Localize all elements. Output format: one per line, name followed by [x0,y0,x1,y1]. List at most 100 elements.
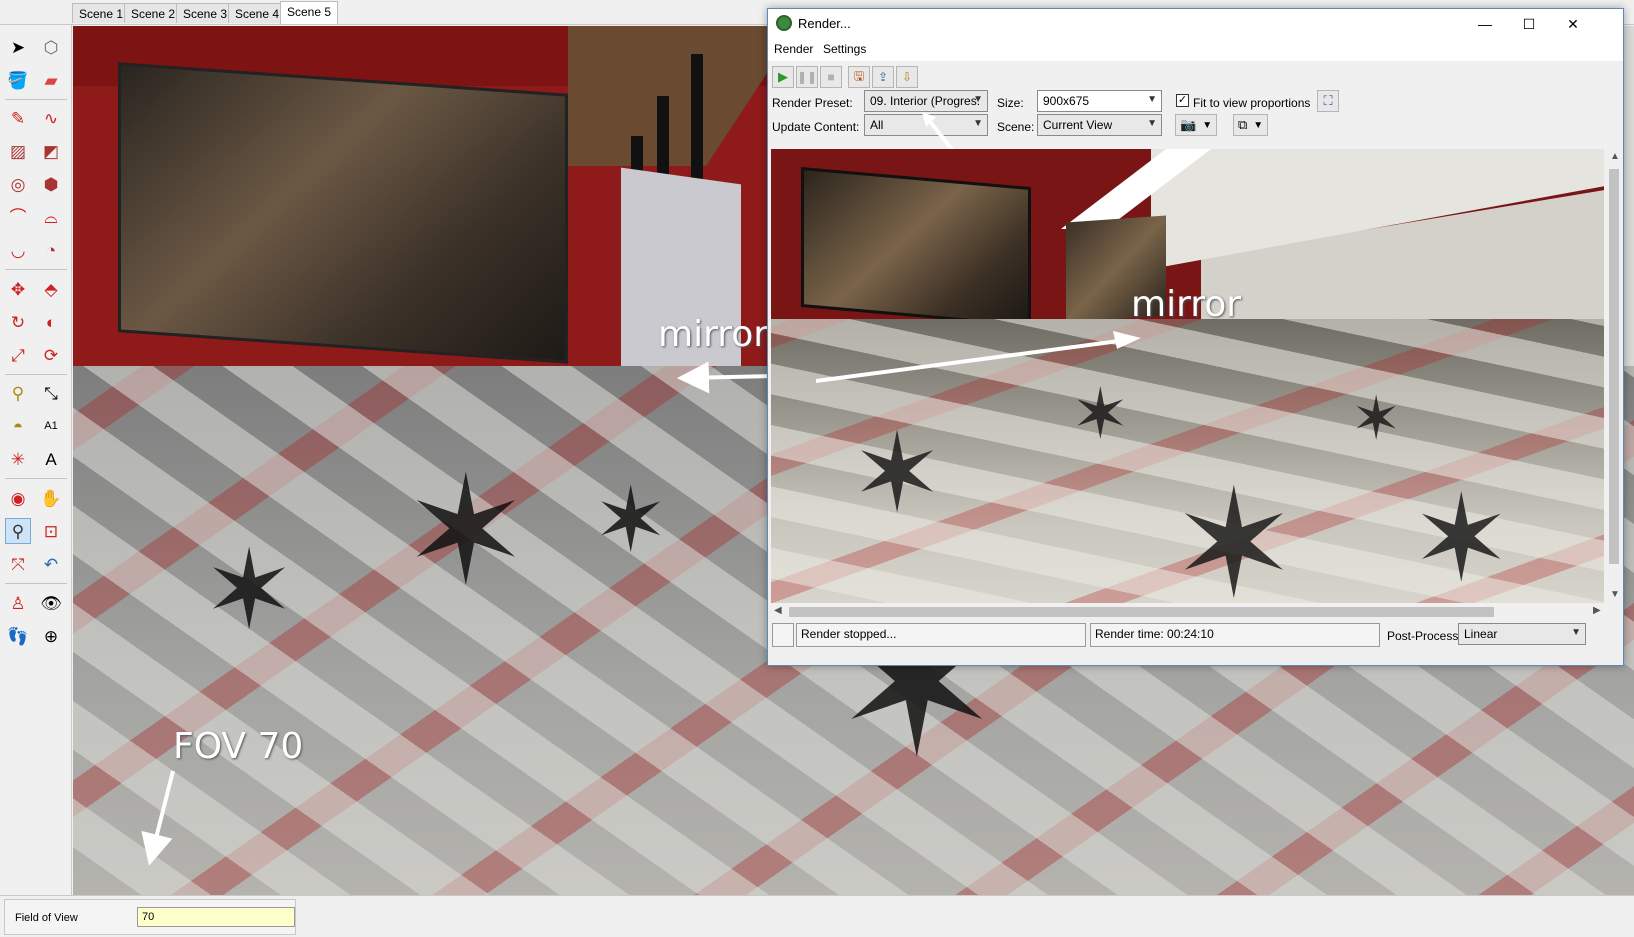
push-pull-icon[interactable]: ⬘ [38,276,64,302]
position-camera-icon[interactable]: ♙ [5,590,31,616]
walk-icon[interactable]: 👣 [5,623,31,649]
offset-icon[interactable]: ⟳ [38,342,64,368]
zoom-window-icon[interactable]: ⊡ [38,518,64,544]
vcb-label: Field of View [15,912,78,924]
tape-measure-icon[interactable]: ⚲ [5,380,31,406]
post-process-select[interactable]: Linear ▼ [1458,623,1586,645]
camera-icon: 📷 [1180,117,1197,132]
rotate-icon[interactable]: ↻ [5,309,31,335]
scene-label: Scene: [997,120,1035,134]
vertical-scrollbar[interactable]: ▲ ▼ [1606,149,1623,603]
scene-select[interactable]: Current View ▼ [1037,114,1162,136]
import-icon[interactable]: ⇩ [896,66,918,88]
tab-scene-4[interactable]: Scene 4 [228,3,287,23]
chevron-down-icon: ▼ [1202,119,1213,131]
dimension-icon[interactable]: ⤡ [38,380,64,406]
menu-bar: Render Settings [768,39,1623,61]
scroll-right-icon[interactable]: ▶ [1593,605,1601,616]
export-icon[interactable]: ⇪ [872,66,894,88]
previous-view-icon[interactable]: ↶ [38,551,64,577]
field-of-view-input[interactable] [137,907,295,927]
arc-icon[interactable]: ⌒ [5,204,31,230]
size-value: 900x675 [1043,94,1090,108]
chevron-down-icon: ▼ [1147,118,1157,129]
eraser-icon[interactable]: ▰ [38,67,64,93]
update-content-label: Update Content: [772,120,860,134]
render-output: ✶ ✶ ✶ ✶ ✶ mirror [771,149,1604,603]
polygon-icon[interactable]: ⬢ [38,171,64,197]
render-app-icon [776,15,792,31]
chevron-down-icon: ▼ [1147,94,1157,105]
move-icon[interactable]: ✥ [5,276,31,302]
post-process-label: Post-Process: [1387,629,1462,643]
3d-text-icon[interactable]: A [38,446,64,472]
tab-scene-2[interactable]: Scene 2 [124,3,183,23]
circle-icon[interactable]: ◎ [5,171,31,197]
stop-icon[interactable]: ■ [820,66,842,88]
menu-settings[interactable]: Settings [823,42,866,56]
three-point-arc-icon[interactable]: ◡ [5,237,31,263]
fov-arrow [141,770,175,866]
minimize-button[interactable]: — [1463,11,1507,37]
paint-bucket-icon[interactable]: 🪣 [5,67,31,93]
tab-scene-1[interactable]: Scene 1 [72,3,131,23]
axes-icon[interactable]: ✳ [5,446,31,472]
menu-render[interactable]: Render [774,42,813,56]
line-icon[interactable]: ✎ [5,105,31,131]
scroll-down-icon[interactable]: ▼ [1610,589,1620,600]
render-status-bar: Render stopped... Render time: 00:24:10 … [768,621,1623,665]
component-icon[interactable]: ⬡ [38,34,64,60]
render-status-text: Render stopped... [796,623,1086,647]
play-icon[interactable]: ▶ [772,66,794,88]
large-tool-set: ➤ ⬡ 🪣 ▰ ✎ ∿ ▨ ◩ ◎ ⬢ ⌒ ⌓ ◡ ◔ ✥ ⬘ ↻ ◐ ⤢ ⟳ … [0,25,72,895]
render-preset-label: Render Preset: [772,96,853,110]
pie-icon[interactable]: ◔ [38,237,64,263]
zoom-icon[interactable]: ⚲ [5,518,31,544]
fit-to-view-checkbox[interactable]: ✓ [1176,94,1189,107]
freehand-icon[interactable]: ∿ [38,105,64,131]
copy-dropdown[interactable]: ⧉ ▼ [1233,114,1269,136]
pause-icon[interactable]: ❚❚ [796,66,818,88]
close-button[interactable]: ✕ [1551,11,1595,37]
render-window: Render... — ☐ ✕ Render Settings ▶ ❚❚ ■ 🖫… [767,8,1624,666]
window-title: Render... [798,16,851,31]
fit-view-icon[interactable]: ⛶ [1317,90,1339,112]
maximize-button[interactable]: ☐ [1507,11,1551,37]
text-icon[interactable]: A1 [38,413,64,439]
save-image-icon[interactable]: 🖫 [848,66,870,88]
status-indicator [772,623,794,647]
tab-scene-3[interactable]: Scene 3 [176,3,235,23]
render-preset-value: 09. Interior (Progres: [870,94,981,108]
rectangle-icon[interactable]: ▨ [5,138,31,164]
pan-icon[interactable]: ✋ [38,485,64,511]
scene-value: Current View [1043,118,1113,132]
copy-icon: ⧉ [1238,117,1248,132]
status-bar: Field of View [0,895,1634,937]
horizontal-scrollbar[interactable]: ◀ ▶ [771,603,1604,620]
select-icon[interactable]: ➤ [5,34,31,60]
zoom-extents-icon[interactable]: ⤧ [5,551,31,577]
post-process-value: Linear [1464,627,1498,641]
tab-scene-5[interactable]: Scene 5 [280,1,339,24]
size-select[interactable]: 900x675 ▼ [1037,90,1162,112]
chevron-down-icon: ▼ [1571,627,1581,638]
orbit-icon[interactable]: ◉ [5,485,31,511]
look-around-icon[interactable]: 👁 [38,590,64,616]
fit-to-view-label: Fit to view proportions [1193,96,1311,110]
scroll-thumb[interactable] [1609,169,1619,564]
chevron-down-icon: ▼ [1253,119,1264,131]
render-annotation-arrow [815,331,1141,383]
scroll-up-icon[interactable]: ▲ [1610,151,1620,162]
scroll-left-icon[interactable]: ◀ [774,605,782,616]
protractor-icon[interactable]: ◓ [5,413,31,439]
section-plane-icon[interactable]: ⊕ [38,623,64,649]
two-point-arc-icon[interactable]: ⌓ [38,204,64,230]
camera-dropdown[interactable]: 📷 ▼ [1175,114,1218,136]
sketchup-window: Scene 1 Scene 2 Scene 3 Scene 4 Scene 5 … [0,0,1634,937]
rotated-rectangle-icon[interactable]: ◩ [38,138,64,164]
mirror-arrow [677,361,774,394]
follow-me-icon[interactable]: ◐ [38,309,64,335]
measurements-box: Field of View [4,899,296,935]
scroll-thumb[interactable] [789,607,1494,617]
scale-icon[interactable]: ⤢ [5,342,31,368]
